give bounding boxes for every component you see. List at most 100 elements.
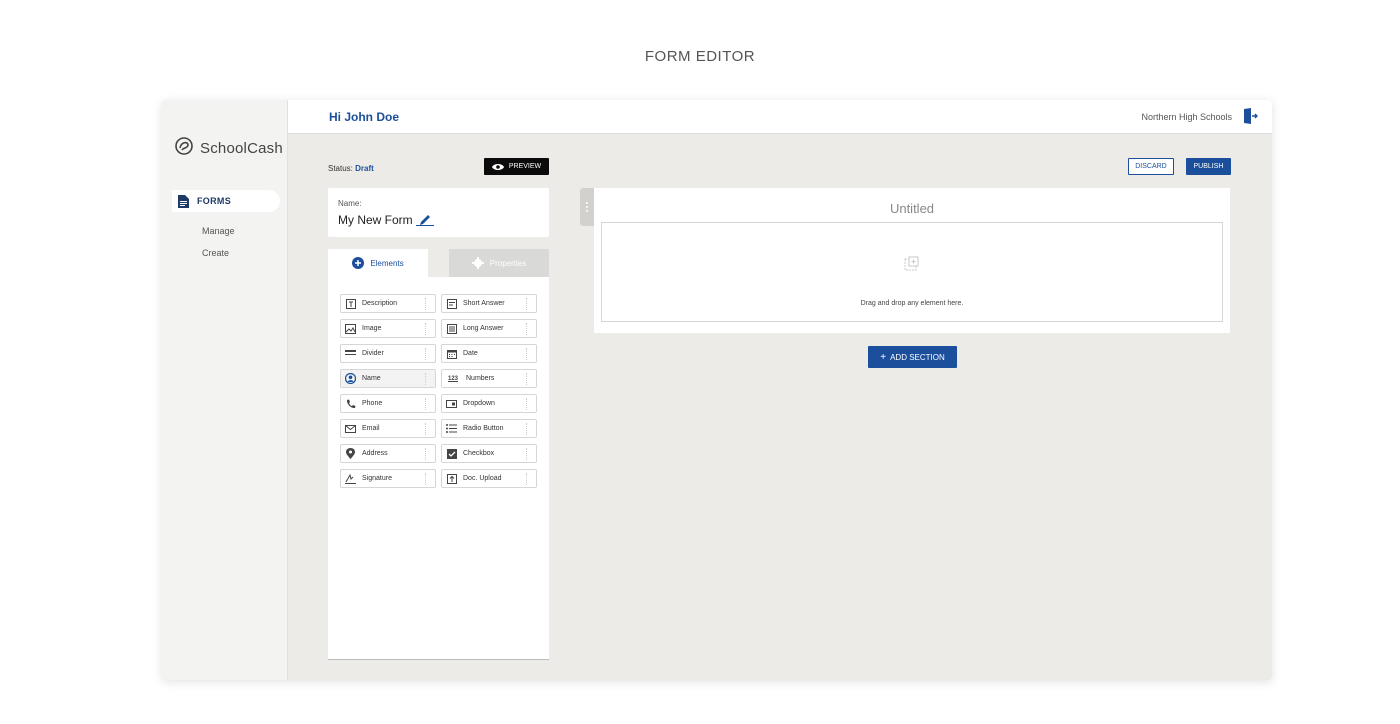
drag-handle[interactable] xyxy=(425,348,427,360)
organization-name[interactable]: Northern High Schools xyxy=(1141,112,1232,122)
element-checkbox[interactable]: Checkbox xyxy=(441,444,537,463)
checkbox-icon xyxy=(446,448,457,459)
image-icon xyxy=(345,323,356,334)
drag-handle[interactable] xyxy=(526,373,528,385)
drop-zone-hint: Drag and drop any element here. xyxy=(860,300,964,307)
dot xyxy=(586,206,588,208)
drag-handle[interactable] xyxy=(425,323,427,335)
sidebar-item-manage[interactable]: Manage xyxy=(202,226,235,236)
element-label: Image xyxy=(362,325,382,332)
element-label: Divider xyxy=(362,350,384,357)
preview-label: PREVIEW xyxy=(508,163,542,170)
long-answer-icon xyxy=(446,323,457,334)
element-label: Short Answer xyxy=(463,300,505,307)
short-answer-icon xyxy=(446,298,457,309)
eye-icon xyxy=(491,163,504,171)
logout-icon[interactable] xyxy=(1244,108,1258,129)
tab-properties[interactable]: Properties xyxy=(449,249,549,277)
panel-tabs: Elements Properties xyxy=(328,249,549,277)
schoolcash-logo-icon xyxy=(174,136,194,161)
drop-zone[interactable]: Drag and drop any element here. xyxy=(601,222,1223,322)
element-label: Radio Button xyxy=(463,425,504,432)
drag-handle[interactable] xyxy=(425,373,427,385)
element-email[interactable]: Email xyxy=(340,419,436,438)
location-pin-icon xyxy=(345,448,356,459)
sidebar-item-label: FORMS xyxy=(197,196,231,206)
brand-name: SchoolCash xyxy=(200,140,283,157)
sidebar: SchoolCash FORMS Manage Create xyxy=(162,100,288,680)
discard-button[interactable]: DISCARD xyxy=(1128,158,1174,175)
element-description[interactable]: Description xyxy=(340,294,436,313)
drag-handle[interactable] xyxy=(425,473,427,485)
divider-icon xyxy=(345,348,356,359)
preview-button[interactable]: PREVIEW xyxy=(484,158,549,175)
drag-handle[interactable] xyxy=(526,398,528,410)
add-section-label: ADD SECTION xyxy=(890,352,945,362)
envelope-icon xyxy=(345,423,356,434)
dot xyxy=(586,202,588,204)
form-name-label: Name: xyxy=(338,199,362,208)
element-label: Date xyxy=(463,350,478,357)
drag-handle[interactable] xyxy=(425,298,427,310)
drag-handle[interactable] xyxy=(526,348,528,360)
user-greeting: Hi John Doe xyxy=(329,110,400,124)
drag-handle[interactable] xyxy=(526,473,528,485)
element-label: Address xyxy=(362,450,388,457)
drag-handle[interactable] xyxy=(526,323,528,335)
element-label: Long Answer xyxy=(463,325,504,332)
drag-handle[interactable] xyxy=(425,448,427,460)
element-radio-button[interactable]: Radio Button xyxy=(441,419,537,438)
numbers-icon: 123 xyxy=(447,375,458,382)
element-numbers[interactable]: 123 Numbers xyxy=(441,369,537,388)
drop-element-icon xyxy=(904,256,920,277)
element-divider[interactable]: Divider xyxy=(340,344,436,363)
element-label: Name xyxy=(362,375,381,382)
element-label: Description xyxy=(362,300,398,307)
element-doc-upload[interactable]: Doc. Upload xyxy=(441,469,537,488)
tab-label: Elements xyxy=(370,258,404,268)
sidebar-item-forms[interactable]: FORMS xyxy=(172,190,280,212)
tab-elements[interactable]: Elements xyxy=(328,249,428,277)
form-name-value[interactable]: My New Form xyxy=(338,213,413,227)
element-label: Dropdown xyxy=(463,400,495,407)
section-title[interactable]: Untitled xyxy=(594,201,1230,216)
drag-handle[interactable] xyxy=(526,298,528,310)
drag-handle[interactable] xyxy=(526,448,528,460)
signature-icon xyxy=(345,473,356,484)
page-caption: FORM EDITOR xyxy=(644,48,756,65)
user-circle-icon xyxy=(345,373,356,384)
gear-icon xyxy=(471,257,484,269)
element-date[interactable]: Date xyxy=(441,344,537,363)
add-section-button[interactable]: + ADD SECTION xyxy=(868,346,957,368)
pencil-icon[interactable] xyxy=(416,212,434,231)
app-window: SchoolCash FORMS Manage Create Hi John D… xyxy=(162,100,1272,680)
sidebar-item-create[interactable]: Create xyxy=(202,248,229,258)
element-name[interactable]: Name xyxy=(340,369,436,388)
text-box-icon xyxy=(345,298,356,309)
dropdown-icon xyxy=(446,398,457,409)
form-section: Untitled Drag and drop any element here. xyxy=(594,188,1230,333)
phone-icon xyxy=(345,398,356,409)
element-phone[interactable]: Phone xyxy=(340,394,436,413)
element-dropdown[interactable]: Dropdown xyxy=(441,394,537,413)
element-image[interactable]: Image xyxy=(340,319,436,338)
publish-button[interactable]: PUBLISH xyxy=(1186,158,1231,175)
element-label: Email xyxy=(362,425,380,432)
status-value: Draft xyxy=(355,164,374,173)
drag-handle[interactable] xyxy=(425,423,427,435)
element-label: Signature xyxy=(362,475,392,482)
drag-handle[interactable] xyxy=(425,398,427,410)
drag-handle[interactable] xyxy=(526,423,528,435)
element-signature[interactable]: Signature xyxy=(340,469,436,488)
element-long-answer[interactable]: Long Answer xyxy=(441,319,537,338)
calendar-icon xyxy=(446,348,457,359)
element-label: Numbers xyxy=(466,375,495,382)
radio-list-icon xyxy=(446,423,457,434)
element-address[interactable]: Address xyxy=(340,444,436,463)
section-drag-handle[interactable] xyxy=(580,188,594,226)
brand-logo[interactable]: SchoolCash xyxy=(174,136,283,161)
plus-circle-icon xyxy=(352,257,365,269)
dot xyxy=(586,210,588,212)
element-short-answer[interactable]: Short Answer xyxy=(441,294,537,313)
document-icon xyxy=(178,194,189,208)
